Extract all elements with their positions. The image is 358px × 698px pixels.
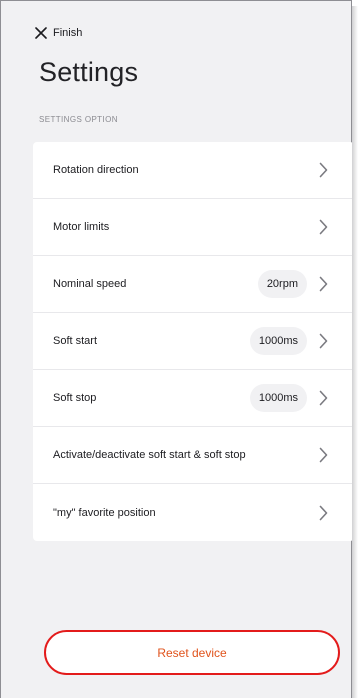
reset-device-label: Reset device bbox=[157, 645, 227, 660]
settings-item-activate-soft-start-stop[interactable]: Activate/deactivate soft start & soft st… bbox=[33, 427, 354, 484]
settings-item-rotation-direction[interactable]: Rotation direction bbox=[33, 142, 354, 199]
settings-item-label: Rotation direction bbox=[53, 164, 139, 176]
settings-item-label: Soft stop bbox=[53, 392, 97, 404]
settings-item-label: Nominal speed bbox=[53, 278, 127, 290]
settings-item-soft-start[interactable]: Soft start 1000ms bbox=[33, 313, 354, 370]
reset-device-button[interactable]: Reset device bbox=[44, 630, 340, 675]
settings-item-motor-limits[interactable]: Motor limits bbox=[33, 199, 354, 256]
settings-item-favorite-position[interactable]: "my" favorite position bbox=[33, 484, 354, 541]
settings-item-value: 20rpm bbox=[257, 270, 307, 298]
chevron-right-icon bbox=[319, 390, 328, 406]
settings-screen: Finish Settings SETTINGS OPTION Rotation… bbox=[0, 0, 354, 698]
frame-shadow bbox=[352, 6, 358, 698]
page-title: Settings bbox=[39, 57, 139, 87]
settings-item-label: Activate/deactivate soft start & soft st… bbox=[53, 449, 246, 461]
chevron-right-icon bbox=[319, 505, 328, 520]
section-label: SETTINGS OPTION bbox=[39, 115, 118, 124]
settings-item-label: "my" favorite position bbox=[53, 506, 156, 519]
finish-label: Finish bbox=[53, 27, 83, 39]
chevron-right-icon bbox=[319, 447, 328, 463]
settings-item-value: 1000ms bbox=[249, 327, 307, 355]
chevron-right-icon bbox=[319, 219, 328, 235]
chevron-right-icon bbox=[319, 333, 328, 349]
close-icon bbox=[35, 27, 47, 39]
finish-button[interactable]: Finish bbox=[35, 27, 82, 39]
settings-item-value: 1000ms bbox=[249, 384, 307, 412]
chevron-right-icon bbox=[319, 162, 328, 178]
settings-item-label: Soft start bbox=[53, 335, 98, 347]
settings-item-soft-stop[interactable]: Soft stop 1000ms bbox=[33, 370, 354, 427]
settings-item-nominal-speed[interactable]: Nominal speed 20rpm bbox=[33, 256, 354, 313]
chevron-right-icon bbox=[319, 276, 328, 292]
settings-item-label: Motor limits bbox=[53, 221, 110, 233]
settings-list: Rotation direction Motor limits Nominal … bbox=[33, 142, 354, 541]
